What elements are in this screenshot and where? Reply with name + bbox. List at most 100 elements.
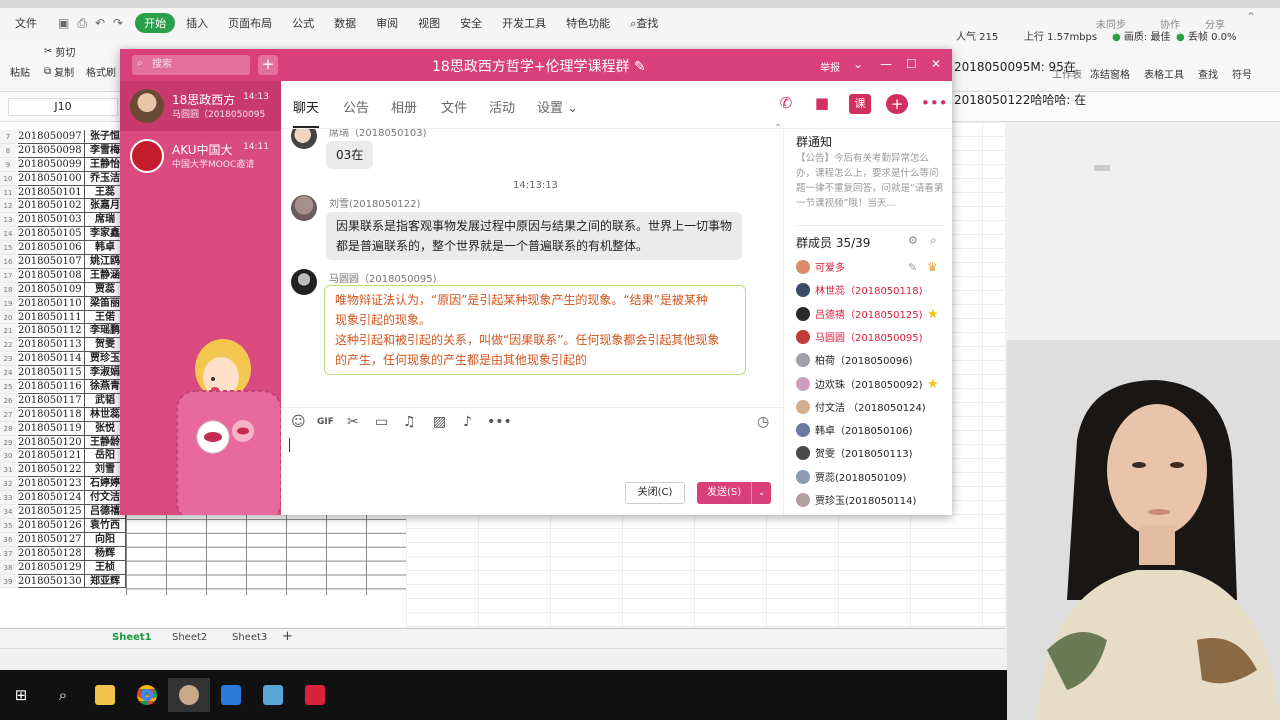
row-header[interactable]: 20	[0, 310, 16, 325]
message-list[interactable]: 席瑞（2018050103) 03在 14:13:13 刘雪(201805012…	[281, 129, 783, 407]
file-explorer-button[interactable]	[84, 678, 126, 712]
menu-home[interactable]: 开始	[135, 13, 176, 33]
student-name-cell[interactable]: 张嘉月	[85, 199, 125, 214]
member-item[interactable]: 边欢珠（2018050092)	[796, 376, 923, 391]
student-name-cell[interactable]: 刘雪	[85, 463, 125, 478]
student-name-cell[interactable]: 王桢	[85, 561, 125, 575]
student-id-cell[interactable]: 2018050130	[18, 575, 84, 589]
student-name-cell[interactable]: 李淑娟	[85, 366, 125, 381]
student-id-cell[interactable]: 2018050121	[18, 449, 84, 464]
row-header[interactable]: 17	[0, 268, 16, 283]
row-header[interactable]: 7	[0, 130, 16, 144]
row-header[interactable]: 11	[0, 185, 16, 200]
student-id-cell[interactable]: 2018050115	[18, 366, 84, 381]
student-id-cell[interactable]: 2018050123	[18, 477, 84, 492]
undo-icon[interactable]: ↶	[95, 16, 105, 31]
chevron-down-icon[interactable]: ⌄	[853, 57, 863, 71]
row-header[interactable]: 23	[0, 352, 16, 367]
cut-button[interactable]: ✂ 剪切	[44, 44, 75, 59]
member-item[interactable]: 贾蕊(2018050109)	[796, 469, 906, 484]
menu-features[interactable]: 特色功能	[557, 13, 619, 33]
minimize-icon[interactable]: —	[880, 57, 892, 71]
row-header[interactable]: 37	[0, 546, 16, 561]
member-item[interactable]: 可爱多	[796, 259, 845, 274]
more-icon[interactable]: •••	[921, 94, 948, 114]
row-header[interactable]: 36	[0, 532, 16, 547]
student-id-cell[interactable]: 2018050124	[18, 491, 84, 506]
row-header[interactable]: 34	[0, 505, 16, 519]
row-header[interactable]: 24	[0, 366, 16, 381]
row-header[interactable]: 38	[0, 560, 16, 575]
row-header[interactable]: 14	[0, 227, 16, 242]
student-id-cell[interactable]: 2018050097	[18, 130, 84, 144]
collapse-arrow-icon[interactable]: ⌃	[774, 123, 782, 134]
row-header[interactable]: 10	[0, 171, 16, 186]
student-id-cell[interactable]: 2018050102	[18, 199, 84, 214]
student-id-cell[interactable]: 2018050122	[18, 463, 84, 478]
student-name-cell[interactable]: 袁竹西	[85, 519, 125, 533]
student-id-cell[interactable]: 2018050098	[18, 144, 84, 158]
chrome-button[interactable]	[126, 678, 168, 712]
student-id-cell[interactable]: 2018050108	[18, 269, 84, 283]
student-id-cell[interactable]: 2018050105	[18, 227, 84, 242]
menu-find[interactable]: ⌕查找	[621, 13, 667, 33]
close-button[interactable]: 关闭(C)	[625, 482, 685, 504]
save-icon[interactable]: ▣	[58, 16, 69, 31]
edit-icon[interactable]: ✎	[634, 59, 646, 75]
student-name-cell[interactable]: 王静龄	[85, 436, 125, 450]
menu-review[interactable]: 审阅	[367, 13, 407, 33]
student-id-cell[interactable]: 2018050120	[18, 436, 84, 450]
student-id-cell[interactable]: 2018050110	[18, 297, 84, 311]
member-item[interactable]: 贾珍玉(2018050114)	[796, 492, 916, 507]
print-icon[interactable]: ⎙	[77, 16, 87, 31]
student-name-cell[interactable]: 岳阳	[85, 449, 125, 464]
student-name-cell[interactable]: 姚江鸥	[85, 255, 125, 269]
row-header[interactable]: 16	[0, 255, 16, 269]
report-button[interactable]: 举报	[820, 59, 840, 74]
student-id-cell[interactable]: 2018050127	[18, 533, 84, 547]
app-button[interactable]	[252, 678, 294, 712]
word-button[interactable]	[210, 678, 252, 712]
student-name-cell[interactable]: 杨辉	[85, 547, 125, 561]
student-name-cell[interactable]: 乔玉洁	[85, 172, 125, 186]
scissors-icon[interactable]: ✂	[347, 414, 359, 430]
qq-button[interactable]	[168, 678, 210, 712]
row-header[interactable]: 9	[0, 157, 16, 172]
search-button[interactable]: ⌕	[42, 678, 84, 712]
sheet-tab-1[interactable]: Sheet1	[112, 632, 152, 643]
student-name-cell[interactable]: 向阳	[85, 533, 125, 547]
row-header[interactable]: 39	[0, 574, 16, 589]
edit-icon[interactable]: ✎	[908, 261, 917, 274]
video-icon[interactable]: ■	[811, 94, 833, 114]
row-header[interactable]: 19	[0, 296, 16, 311]
copy-button[interactable]: ⧉ 复制	[44, 64, 74, 79]
more-icon[interactable]: •••	[487, 414, 512, 430]
menu-insert[interactable]: 插入	[177, 13, 217, 33]
student-name-cell[interactable]: 王静涵	[85, 269, 125, 283]
row-header[interactable]: 22	[0, 338, 16, 353]
student-name-cell[interactable]: 徐燕青	[85, 380, 125, 394]
student-id-cell[interactable]: 2018050119	[18, 422, 84, 436]
student-name-cell[interactable]: 武韬	[85, 394, 125, 408]
row-header[interactable]: 25	[0, 380, 16, 394]
student-id-cell[interactable]: 2018050112	[18, 324, 84, 339]
bell-icon[interactable]: ♪	[463, 414, 472, 430]
student-id-cell[interactable]: 2018050128	[18, 547, 84, 561]
student-name-cell[interactable]: 林世蕊	[85, 408, 125, 422]
tab-settings[interactable]: 设置 ⌄	[537, 97, 578, 116]
plus-circle-icon[interactable]: +	[886, 94, 908, 114]
tab-album[interactable]: 相册	[391, 97, 417, 116]
student-name-cell[interactable]: 张子恒	[85, 130, 125, 144]
student-name-cell[interactable]: 张悦	[85, 422, 125, 436]
menu-data[interactable]: 数据	[325, 13, 365, 33]
tab-activities[interactable]: 活动	[489, 97, 515, 116]
student-id-cell[interactable]: 2018050111	[18, 311, 84, 325]
menu-page-layout[interactable]: 页面布局	[219, 13, 281, 33]
row-header[interactable]: 31	[0, 463, 16, 478]
student-id-cell[interactable]: 2018050113	[18, 338, 84, 353]
student-name-cell[interactable]: 贾蕊	[85, 283, 125, 297]
student-id-cell[interactable]: 2018050116	[18, 380, 84, 394]
student-name-cell[interactable]: 李家鑫	[85, 227, 125, 242]
member-settings-icon[interactable]: ⚙	[908, 234, 918, 247]
student-name-cell[interactable]: 郑亚辉	[85, 575, 125, 589]
